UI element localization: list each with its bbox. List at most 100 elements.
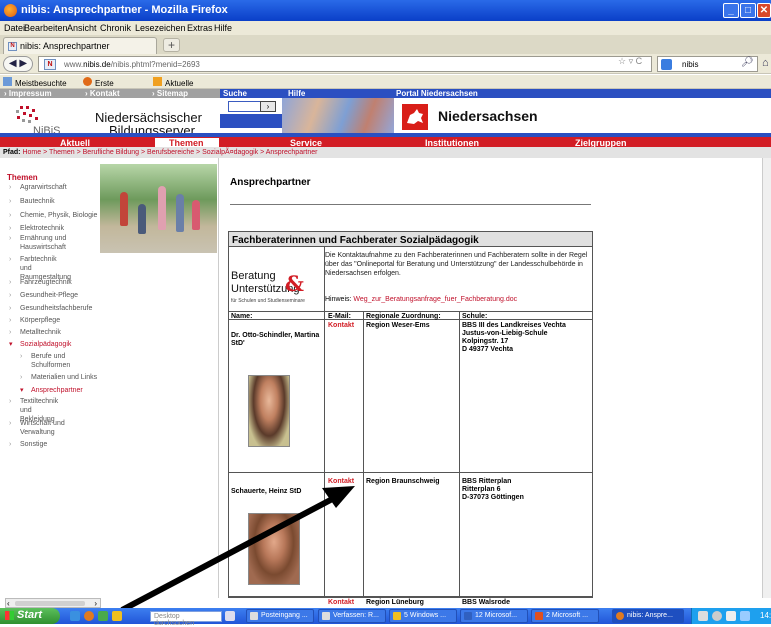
firefox-icon [616,612,624,620]
menu-bearbeiten[interactable]: Bearbeiten [24,23,68,33]
contact-name: Schauerte, Heinz StD [231,488,302,495]
sidebar-item-gesundheit-pflege[interactable]: Gesundheit-Pflege [9,291,99,300]
mail-icon [322,612,330,620]
firefox-icon [4,4,17,17]
search-value: nibis [682,60,699,69]
tab-nibis[interactable]: N nibis: Ansprechpartner [3,37,157,54]
vertical-scrollbar[interactable] [762,158,771,598]
sidebar-item-berufe[interactable]: Berufe und Schulformen [20,352,80,370]
url-prefix: www. [64,60,84,69]
bookmark-item[interactable]: Meistbesuchte Seiten [3,77,67,97]
sidebar-item-ansprechpartner[interactable]: Ansprechpartner [20,386,110,395]
tray-icon[interactable] [726,611,736,621]
start-button[interactable]: Start [0,608,60,624]
ie-icon[interactable] [70,611,80,621]
sidebar-item-agrarwirtschaft[interactable]: Agrarwirtschaft [9,183,99,192]
back-forward-button[interactable]: ◀ ▶ [3,56,33,72]
search-icon[interactable]: 🔎︎ [741,57,754,68]
niedersachsen-crest-icon[interactable] [402,104,428,130]
sitemap-link[interactable]: › Sitemap [152,89,188,98]
task-verfassen[interactable]: Verfassen: R... [318,609,386,623]
kontakt-link[interactable]: Kontakt [328,322,354,329]
menu-ansicht[interactable]: Ansicht [67,23,97,33]
task-windows[interactable]: 5 Windows ... [389,609,457,623]
sidebar-item-materialien[interactable]: Materialien und Links [20,373,110,382]
column-header-region: Regionale Zuordnung: [366,313,441,320]
kontakt-link[interactable]: Kontakt [328,478,354,485]
sidebar-item-gesundheitsfachberufe[interactable]: Gesundheitsfachberufe [9,304,109,313]
folder-icon[interactable] [112,611,122,621]
search-engine-icon[interactable] [661,59,672,70]
sidebar-item-elektrotechnik[interactable]: Elektrotechnik [9,224,99,233]
sidebar-item-bautechnik[interactable]: Bautechnik [9,197,99,206]
menu-chronik[interactable]: Chronik [100,23,131,33]
home-icon[interactable]: ⌂ [762,57,769,69]
scroll-right-icon[interactable]: › [94,599,97,608]
table-divider [228,311,593,312]
menu-extras[interactable]: Extras [187,23,213,33]
sidebar-item-metalltechnik[interactable]: Metalltechnik [9,328,99,337]
intro-text: Die Kontaktaufnahme zu den Fachberaterin… [325,252,588,277]
suche-label: Suche [223,89,248,98]
desktop-search-input[interactable]: Desktop durchsuchen [150,611,222,627]
firefox-icon[interactable] [84,611,94,621]
breadcrumb: Pfad: Home > Themen > Berufliche Bildung… [0,147,771,158]
url-domain: nibis.de [83,60,111,69]
table-title: Fachberaterinnen und Fachberater Sozialp… [228,231,593,247]
task-posteingang[interactable]: Posteingang ... [246,609,314,623]
breadcrumb-path[interactable]: Home > Themen > Berufliche Bildung > Ber… [22,149,317,156]
bookmark-item[interactable]: Aktuelle Nachrichten [153,77,208,97]
menu-bar: Datei Bearbeiten Ansicht Chronik Lesezei… [0,21,771,35]
volume-icon[interactable] [740,611,750,621]
site-search-button[interactable]: › [260,101,276,112]
kontakt-link[interactable]: Kontakt [328,599,354,606]
tab-label: nibis: Ansprechpartner [20,41,110,51]
bookmark-item[interactable]: Erste Schritte [83,77,122,97]
impressum-link[interactable]: › Impressum [4,89,52,98]
scrollbar-thumb[interactable] [15,601,85,606]
scroll-left-icon[interactable]: ‹ [7,599,10,608]
sidebar-item-chemie[interactable]: Chemie, Physik, Biologie [9,211,101,220]
search-icon[interactable] [225,611,235,621]
task-powerpoint[interactable]: 2 Microsoft ... [531,609,599,623]
sidebar-item-ernaehrung[interactable]: Ernährung und Hauswirtschaft [9,234,67,252]
portal-niedersachsen-link[interactable]: Portal Niedersachsen [396,89,478,98]
sidebar-item-koerperpflege[interactable]: Körperpflege [9,316,99,325]
hint: Hinweis: Weg_zur_Beratungsanfrage_fuer_F… [325,296,517,303]
menu-lesezeichen[interactable]: Lesezeichen [135,23,186,33]
hint-link[interactable]: Weg_zur_Beratungsanfrage_fuer_Fachberatu… [353,296,517,303]
hilfe-link[interactable]: Hilfe [288,89,305,98]
close-button[interactable]: ✕ [757,3,771,18]
url-input[interactable]: N www.nibis.de/nibis.phtml?menid=2693 [38,56,652,72]
menu-hilfe[interactable]: Hilfe [214,23,232,33]
word-icon [464,612,472,620]
tray-icon[interactable] [712,611,722,621]
bookmark-star-icon[interactable]: ☆ ▿ C [618,56,642,67]
url-path: /nibis.phtml?menid=2693 [110,60,200,69]
nibis-logo[interactable]: NiBiS [14,104,64,136]
tray-icon[interactable] [698,611,708,621]
sidebar-item-fahrzeugtechnik[interactable]: Fahrzeugtechnik [9,278,99,287]
sidebar-item-sozialpaedagogik[interactable]: Sozialpädagogik [9,340,99,349]
column-header-name: Name: [231,313,253,320]
header-photo-banner [282,98,394,136]
menu-datei[interactable]: Datei [4,23,25,33]
maximize-button[interactable]: □ [740,3,756,18]
minimize-button[interactable]: _ [723,3,739,18]
niedersachsen-title[interactable]: Niedersachsen [438,108,538,124]
powerpoint-icon [535,612,543,620]
hint-label: Hinweis: [325,296,352,303]
quicklaunch-icon[interactable] [98,611,108,621]
kontakt-link[interactable]: › Kontakt [85,89,120,98]
rss-icon [153,77,162,86]
site-header-links: Suche Hilfe Portal Niedersachsen [220,89,771,98]
sidebar-item-wirtschaft[interactable]: Wirtschaft und Verwaltung [9,419,69,437]
sidebar-item-sonstige[interactable]: Sonstige [9,440,99,449]
region-value: Region Lüneburg [366,599,424,606]
task-firefox[interactable]: nibis: Anspre... [612,609,684,623]
new-tab-button[interactable]: + [163,38,180,52]
clock[interactable]: 14:5 [760,611,771,620]
main-navigation: Aktuell Themen Service Institutionen Zie… [0,137,771,148]
column-header-school: Schule: [462,313,488,320]
task-word[interactable]: 12 Microsof... [460,609,528,623]
